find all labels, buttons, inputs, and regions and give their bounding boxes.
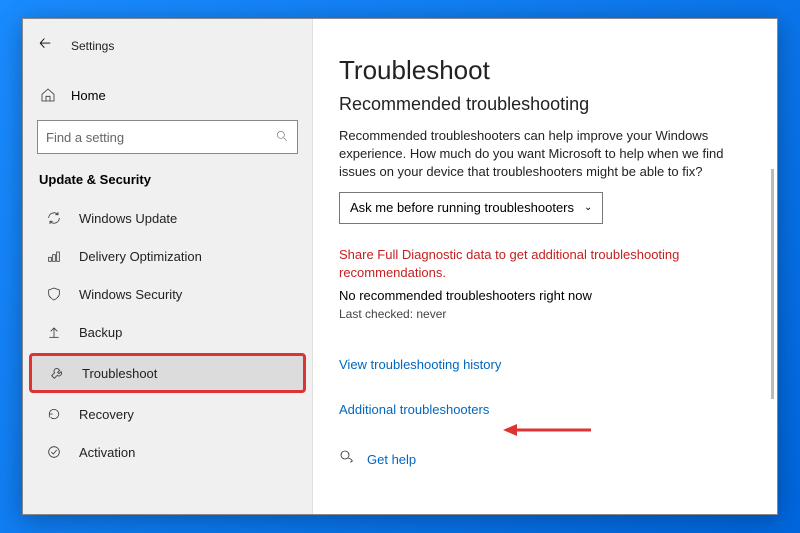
diagnostic-warning-link[interactable]: Share Full Diagnostic data to get additi…: [339, 246, 729, 282]
home-label: Home: [71, 88, 106, 103]
view-history-link[interactable]: View troubleshooting history: [339, 357, 751, 372]
settings-window: ― ☐ ✕ 🡠 Settings Home Find a setting: [22, 18, 778, 515]
sidebar-item-label: Windows Security: [79, 287, 182, 302]
scrollbar[interactable]: [771, 169, 774, 399]
shield-icon: [45, 285, 63, 303]
sidebar-item-recovery[interactable]: Recovery: [23, 395, 312, 433]
wrench-icon: [48, 364, 66, 382]
sidebar-item-label: Activation: [79, 445, 135, 460]
sidebar-item-label: Troubleshoot: [82, 366, 157, 381]
content-pane: Troubleshoot Recommended troubleshooting…: [313, 19, 777, 514]
search-input[interactable]: Find a setting: [37, 120, 298, 154]
sync-icon: [45, 209, 63, 227]
home-icon: [39, 86, 57, 104]
get-help-link[interactable]: Get help: [339, 449, 751, 470]
home-button[interactable]: Home: [23, 66, 312, 112]
sidebar-item-label: Delivery Optimization: [79, 249, 202, 264]
sidebar-item-troubleshoot[interactable]: Troubleshoot: [29, 353, 306, 393]
no-recommended-text: No recommended troubleshooters right now: [339, 288, 751, 303]
backup-icon: [45, 323, 63, 341]
sidebar-item-label: Recovery: [79, 407, 134, 422]
help-icon: [339, 449, 355, 470]
recovery-icon: [45, 405, 63, 423]
activation-icon: [45, 443, 63, 461]
sidebar-item-windows-security[interactable]: Windows Security: [23, 275, 312, 313]
last-checked-text: Last checked: never: [339, 307, 751, 321]
optimization-icon: [45, 247, 63, 265]
sidebar-item-label: Windows Update: [79, 211, 177, 226]
additional-troubleshooters-link[interactable]: Additional troubleshooters: [339, 402, 489, 417]
chevron-down-icon: ⌄: [584, 202, 592, 213]
search-placeholder: Find a setting: [46, 130, 124, 145]
left-pane: 🡠 Settings Home Find a setting Update & …: [23, 19, 313, 514]
page-title: Troubleshoot: [339, 55, 751, 86]
sidebar-item-activation[interactable]: Activation: [23, 433, 312, 471]
dropdown-selected: Ask me before running troubleshooters: [350, 200, 574, 215]
desktop-background: ― ☐ ✕ 🡠 Settings Home Find a setting: [0, 0, 800, 533]
search-icon: [275, 129, 289, 146]
sidebar-item-delivery-optimization[interactable]: Delivery Optimization: [23, 237, 312, 275]
sidebar-item-windows-update[interactable]: Windows Update: [23, 199, 312, 237]
app-title: Settings: [71, 39, 114, 53]
sidebar-item-backup[interactable]: Backup: [23, 313, 312, 351]
section-title: Update & Security: [23, 160, 312, 193]
sidebar-item-label: Backup: [79, 325, 122, 340]
page-subtitle: Recommended troubleshooting: [339, 94, 751, 115]
annotation-arrow: [503, 420, 593, 440]
sidebar-nav: Windows Update Delivery Optimization Win…: [23, 193, 312, 471]
page-description: Recommended troubleshooters can help imp…: [339, 127, 729, 182]
get-help-label: Get help: [367, 452, 416, 467]
troubleshoot-preference-dropdown[interactable]: Ask me before running troubleshooters ⌄: [339, 192, 603, 224]
back-arrow-icon[interactable]: 🡠: [37, 33, 53, 58]
